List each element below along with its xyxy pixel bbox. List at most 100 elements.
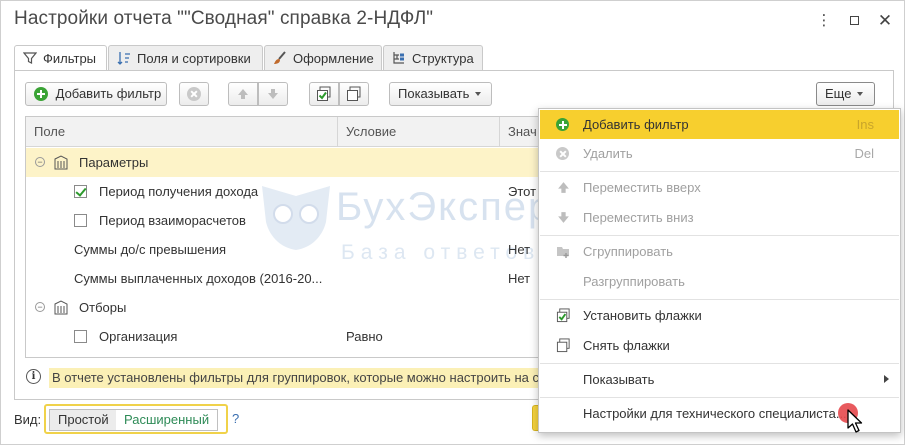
menu-item-label: Сгруппировать xyxy=(583,244,673,259)
sort-fields-icon xyxy=(117,52,130,65)
tab-filters[interactable]: Фильтры xyxy=(14,45,107,72)
menu-item-label: Снять флажки xyxy=(583,338,670,353)
menu-item-delete[interactable]: Удалить Del xyxy=(540,139,899,168)
delete-button[interactable] xyxy=(179,82,209,106)
menu-item-uncheck-all[interactable]: Снять флажки xyxy=(540,331,899,360)
more-dropdown-menu: Добавить фильтр Ins Удалить Del Перемест… xyxy=(538,108,901,433)
close-icon[interactable]: ✕ xyxy=(874,10,896,32)
add-filter-label: Добавить фильтр xyxy=(55,86,162,101)
delete-circle-icon xyxy=(187,87,201,101)
row-label: Организация xyxy=(99,329,178,344)
row-value[interactable]: Этот xyxy=(508,177,536,206)
menu-item-label: Настройки для технического специалиста..… xyxy=(583,406,847,421)
chevron-right-icon xyxy=(884,375,889,383)
arrow-up-icon xyxy=(558,182,569,193)
more-button-label: Еще xyxy=(825,86,852,101)
tab-fields-sorting[interactable]: Поля и сортировки xyxy=(108,45,263,71)
delete-circle-icon xyxy=(556,147,569,160)
uncheck-all-icon xyxy=(347,86,361,101)
arrow-down-icon xyxy=(558,212,569,223)
row-label: Период взаиморасчетов xyxy=(99,213,246,228)
collapse-toggle-icon[interactable]: − xyxy=(35,302,45,312)
check-all-button[interactable] xyxy=(309,82,339,106)
check-all-icon xyxy=(317,86,331,101)
menu-item-label: Переместить вниз xyxy=(583,210,694,225)
report-settings-window: Настройки отчета ""Сводная" справка 2-НД… xyxy=(0,0,905,445)
maximize-icon[interactable] xyxy=(843,10,865,32)
tab-filters-label: Фильтры xyxy=(43,51,97,66)
row-label: Суммы до/с превышения xyxy=(74,242,227,257)
row-checkbox[interactable] xyxy=(74,330,87,343)
uncheck-all-button[interactable] xyxy=(339,82,369,106)
chevron-down-icon xyxy=(475,92,482,96)
view-mode-switch: Простой Расширенный xyxy=(44,404,228,434)
menu-separator xyxy=(540,397,899,398)
filters-folder-icon xyxy=(54,300,68,315)
structure-icon xyxy=(393,52,404,64)
group-icon xyxy=(557,247,569,258)
info-icon: i xyxy=(26,369,41,384)
tab-structure[interactable]: Структура xyxy=(383,45,483,71)
menu-item-label: Установить флажки xyxy=(583,308,702,323)
row-label: Отборы xyxy=(79,300,127,315)
menu-item-shortcut: Del xyxy=(854,146,874,161)
show-dropdown-button[interactable]: Показывать xyxy=(389,82,492,106)
menu-separator xyxy=(540,171,899,172)
row-checkbox[interactable] xyxy=(74,185,87,198)
menu-item-label: Удалить xyxy=(583,146,633,161)
menu-item-show[interactable]: Показывать xyxy=(540,365,899,394)
menu-item-move-up[interactable]: Переместить вверх xyxy=(540,173,899,202)
brush-icon xyxy=(274,51,286,64)
column-header-field[interactable]: Поле xyxy=(26,117,338,147)
column-header-condition[interactable]: Условие xyxy=(338,117,500,147)
parameters-folder-icon xyxy=(54,155,68,170)
row-condition[interactable]: Равно xyxy=(346,322,383,351)
row-value[interactable]: Нет xyxy=(508,235,530,264)
move-down-button[interactable] xyxy=(258,82,288,106)
uncheck-all-icon xyxy=(556,338,570,353)
tab-appearance-label: Оформление xyxy=(293,51,374,66)
row-checkbox[interactable] xyxy=(74,214,87,227)
show-dropdown-label: Показывать xyxy=(398,86,470,101)
menu-item-label: Переместить вверх xyxy=(583,180,701,195)
check-all-icon xyxy=(556,308,570,323)
menu-item-add-filter[interactable]: Добавить фильтр Ins xyxy=(540,110,899,139)
collapse-toggle-icon[interactable]: − xyxy=(35,157,45,167)
menu-item-group[interactable]: Сгруппировать xyxy=(540,237,899,266)
menu-item-move-down[interactable]: Переместить вниз xyxy=(540,203,899,232)
arrow-up-icon xyxy=(238,89,248,99)
window-title: Настройки отчета ""Сводная" справка 2-НД… xyxy=(14,8,434,29)
menu-separator xyxy=(540,299,899,300)
add-filter-button[interactable]: Добавить фильтр xyxy=(25,82,167,106)
tab-structure-label: Структура xyxy=(412,51,474,66)
row-label: Период получения дохода xyxy=(99,184,259,199)
info-message: В отчете установлены фильтры для группир… xyxy=(49,368,545,388)
mouse-cursor-icon xyxy=(847,409,863,433)
row-label: Параметры xyxy=(79,155,149,170)
more-button[interactable]: Еще xyxy=(816,82,875,106)
add-circle-icon xyxy=(556,118,569,131)
filter-icon xyxy=(23,52,37,64)
menu-item-label: Добавить фильтр xyxy=(583,117,689,132)
title-bar: Настройки отчета ""Сводная" справка 2-НД… xyxy=(1,1,904,41)
menu-item-ungroup[interactable]: Разгруппировать xyxy=(540,267,899,296)
view-extended-button[interactable]: Расширенный xyxy=(116,409,219,431)
more-icon[interactable]: ⋮ xyxy=(813,10,835,32)
tab-fields-sorting-label: Поля и сортировки xyxy=(137,51,251,66)
row-value[interactable]: Нет xyxy=(508,264,530,293)
menu-item-label: Показывать xyxy=(583,372,655,387)
add-circle-icon xyxy=(34,87,48,101)
tab-appearance[interactable]: Оформление xyxy=(264,45,382,71)
view-simple-button[interactable]: Простой xyxy=(49,409,118,431)
row-label: Суммы выплаченных доходов (2016-20... xyxy=(74,271,323,286)
chevron-down-icon xyxy=(857,92,864,96)
help-button[interactable]: ? xyxy=(232,411,239,426)
arrow-down-icon xyxy=(268,89,278,99)
menu-item-shortcut: Ins xyxy=(856,117,874,132)
view-label: Вид: xyxy=(14,412,42,427)
menu-item-label: Разгруппировать xyxy=(583,274,685,289)
menu-separator xyxy=(540,235,899,236)
menu-separator xyxy=(540,363,899,364)
move-up-button[interactable] xyxy=(228,82,258,106)
menu-item-check-all[interactable]: Установить флажки xyxy=(540,301,899,330)
